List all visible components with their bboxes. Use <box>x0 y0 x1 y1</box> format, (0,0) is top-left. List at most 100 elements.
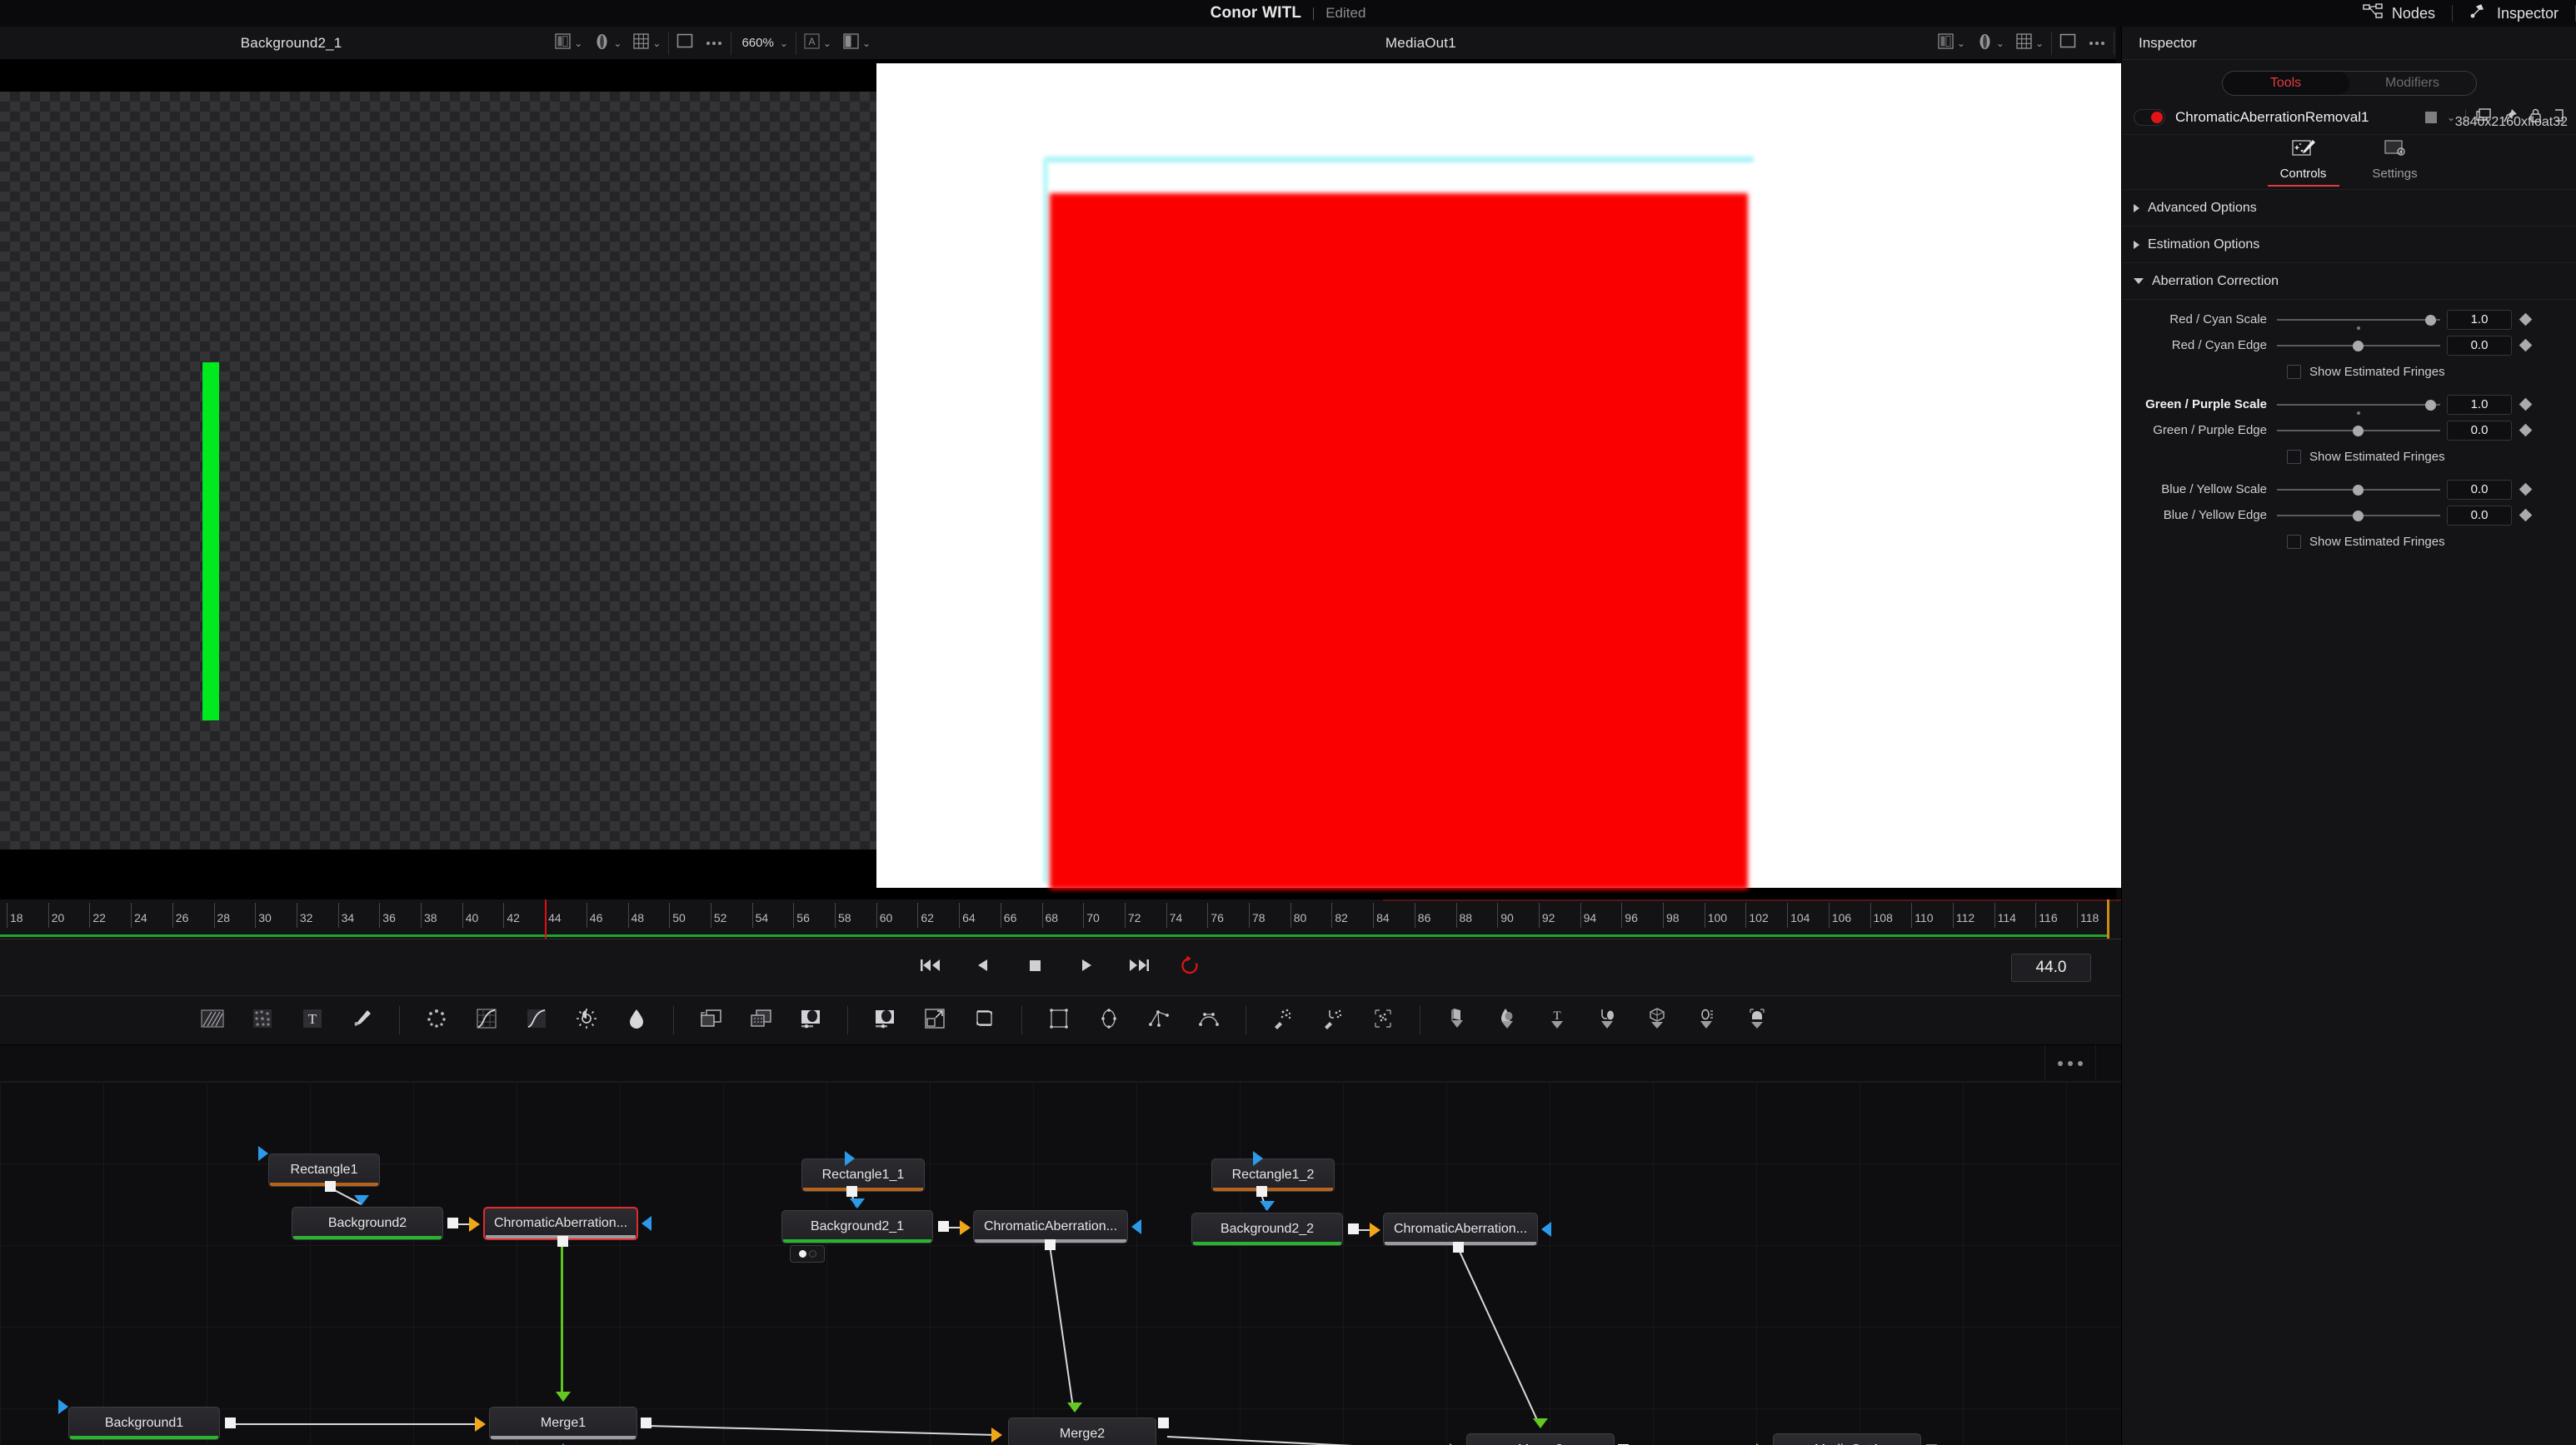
rectangle-mask-button[interactable] <box>1041 1003 1076 1038</box>
node-port-square[interactable] <box>1158 1418 1169 1428</box>
node-background-input-arrow[interactable] <box>991 1428 1002 1443</box>
tab-tools[interactable]: Tools <box>2222 72 2349 95</box>
render-range-end-bracket[interactable] <box>2107 899 2109 939</box>
3d-shape2-button[interactable] <box>1590 1003 1625 1038</box>
node-graph-options-button[interactable] <box>2044 1045 2096 1082</box>
section-aberration-correction[interactable]: Aberration Correction <box>2122 263 2576 300</box>
node-port-square[interactable] <box>325 1181 336 1192</box>
node-background-input-arrow[interactable] <box>475 1417 486 1432</box>
keyframe-diamond-icon[interactable] <box>2519 482 2533 496</box>
jump-to-end-button[interactable] <box>1124 954 1152 982</box>
timeline-ruler[interactable]: 18 20 22 24 26 28 30 32 34 36 38 40 42 44 46 48 50 52 54 56… <box>0 899 2121 939</box>
transform-tool-button[interactable] <box>867 1003 902 1038</box>
value-green-purple-scale[interactable]: 1.0 <box>2447 394 2512 415</box>
node-ChromaticAberrationRemoval1[interactable]: ChromaticAberration... <box>483 1207 638 1240</box>
resize-tool-button[interactable] <box>917 1003 952 1038</box>
slider-knob[interactable] <box>2353 426 2364 436</box>
node-Rectangle1_1[interactable]: Rectangle1_1 <box>801 1158 925 1192</box>
node-port-square[interactable] <box>846 1186 857 1197</box>
slider-knob[interactable] <box>2353 511 2364 521</box>
node-Background1[interactable]: Background1 <box>68 1407 220 1440</box>
blur-tool-button[interactable] <box>419 1003 454 1038</box>
split-view-button-left[interactable]: ⌄ <box>837 27 876 60</box>
value-blue-yellow-edge[interactable]: 0.0 <box>2447 505 2512 526</box>
slider-blue-yellow-edge[interactable] <box>2277 502 2440 528</box>
node-view-assignment-badge[interactable] <box>790 1245 825 1263</box>
slider-knob[interactable] <box>2425 400 2436 411</box>
playhead[interactable] <box>545 899 547 939</box>
bspline-mask-button[interactable] <box>1191 1003 1226 1038</box>
node-output-port[interactable] <box>1131 1219 1141 1234</box>
current-frame-field[interactable]: 44.0 <box>2011 954 2091 982</box>
node-ChromaticAberrationRemoval3[interactable]: ChromaticAberration... <box>1383 1213 1538 1246</box>
roi-button-left[interactable] <box>671 27 699 60</box>
keyframe-diamond-icon[interactable] <box>2519 423 2533 437</box>
slider-red-cyan-scale[interactable] <box>2277 306 2440 332</box>
slider-green-purple-scale[interactable] <box>2277 391 2440 417</box>
more-options-button-right[interactable] <box>2082 27 2112 60</box>
node-mask-input-arrow[interactable] <box>354 1195 369 1205</box>
play-reverse-button[interactable] <box>969 954 997 982</box>
stop-button[interactable] <box>1021 954 1049 982</box>
node-color-chip[interactable] <box>2424 111 2437 123</box>
node-input-port[interactable] <box>258 1146 268 1161</box>
keyframe-diamond-icon[interactable] <box>2519 508 2533 522</box>
flip-tool-button[interactable] <box>967 1003 1002 1038</box>
jump-to-start-button[interactable] <box>917 954 946 982</box>
color-channel-button-left[interactable]: ⌄ <box>588 27 627 60</box>
text-tool-button[interactable]: T <box>295 1003 330 1038</box>
node-Background2_1[interactable]: Background2_1 <box>781 1210 933 1243</box>
node-port-square[interactable] <box>225 1418 236 1428</box>
checkbox-show-estimated-fringes-blue-yellow[interactable] <box>2287 534 2301 549</box>
node-port-square[interactable] <box>557 1236 568 1247</box>
node-input-port[interactable] <box>58 1399 68 1414</box>
particle-render-button[interactable] <box>1365 1003 1400 1038</box>
page-button-inspector[interactable]: Inspector <box>2453 0 2575 27</box>
grid-button-left[interactable]: ⌄ <box>627 27 666 60</box>
particle-emitter-button[interactable] <box>1266 1003 1300 1038</box>
slider-blue-yellow-scale[interactable] <box>2277 476 2440 502</box>
grid-button-right[interactable]: ⌄ <box>2010 27 2049 60</box>
node-input-port[interactable] <box>845 1151 855 1166</box>
node-foreground-input-arrow[interactable] <box>1067 1403 1082 1413</box>
keyframe-diamond-icon[interactable] <box>2519 338 2533 352</box>
node-port-square[interactable] <box>447 1218 458 1228</box>
node-input-port[interactable] <box>1253 1151 1263 1166</box>
paint-tool-button[interactable] <box>345 1003 380 1038</box>
ellipse-mask-button[interactable] <box>1091 1003 1126 1038</box>
node-background-input-arrow[interactable] <box>960 1220 971 1235</box>
play-button[interactable] <box>1072 954 1101 982</box>
node-mask-input-arrow[interactable] <box>1260 1201 1275 1211</box>
section-advanced-options[interactable]: Advanced Options <box>2122 190 2576 227</box>
particle-directional-button[interactable] <box>1315 1003 1350 1038</box>
colorcurves-tool-button[interactable] <box>469 1003 504 1038</box>
dissolve-tool-button[interactable] <box>743 1003 778 1038</box>
node-mask-input-arrow[interactable] <box>850 1198 865 1208</box>
node-graph-canvas[interactable]: Rectangle1 Background2 ChromaticAberration… <box>0 1082 2121 1445</box>
node-port-square[interactable] <box>641 1418 651 1428</box>
zoom-level-button-left[interactable]: 660% ⌄ <box>733 27 793 60</box>
node-port-square[interactable] <box>938 1221 949 1232</box>
node-port-square[interactable] <box>1256 1186 1267 1197</box>
tab-settings[interactable]: Settings <box>2357 138 2434 181</box>
tab-modifiers[interactable]: Modifiers <box>2349 72 2476 95</box>
polygon-mask-button[interactable] <box>1141 1003 1176 1038</box>
3d-plane-button[interactable] <box>1440 1003 1475 1038</box>
value-green-purple-edge[interactable]: 0.0 <box>2447 420 2512 441</box>
node-output-port[interactable] <box>642 1216 651 1231</box>
viewer-left-pane[interactable] <box>0 60 876 899</box>
node-Rectangle1_2[interactable]: Rectangle1_2 <box>1211 1158 1335 1192</box>
background-tool-button[interactable] <box>195 1003 230 1038</box>
slider-knob[interactable] <box>2425 315 2436 326</box>
brightness-tool-button[interactable] <box>569 1003 604 1038</box>
node-background-input-arrow[interactable] <box>469 1217 480 1232</box>
keyframe-diamond-icon[interactable] <box>2519 397 2533 411</box>
node-Merge1[interactable]: Merge1 <box>489 1407 637 1440</box>
node-Background2_2[interactable]: Background2_2 <box>1191 1213 1343 1246</box>
tool-enable-toggle[interactable] <box>2134 108 2165 126</box>
colorcorrect-tool-button[interactable] <box>519 1003 554 1038</box>
view2-dot[interactable] <box>808 1250 816 1258</box>
slider-knob[interactable] <box>2353 341 2364 351</box>
merge-tool-button[interactable] <box>693 1003 728 1038</box>
color-channel-button-right[interactable]: ⌄ <box>1971 27 2010 60</box>
